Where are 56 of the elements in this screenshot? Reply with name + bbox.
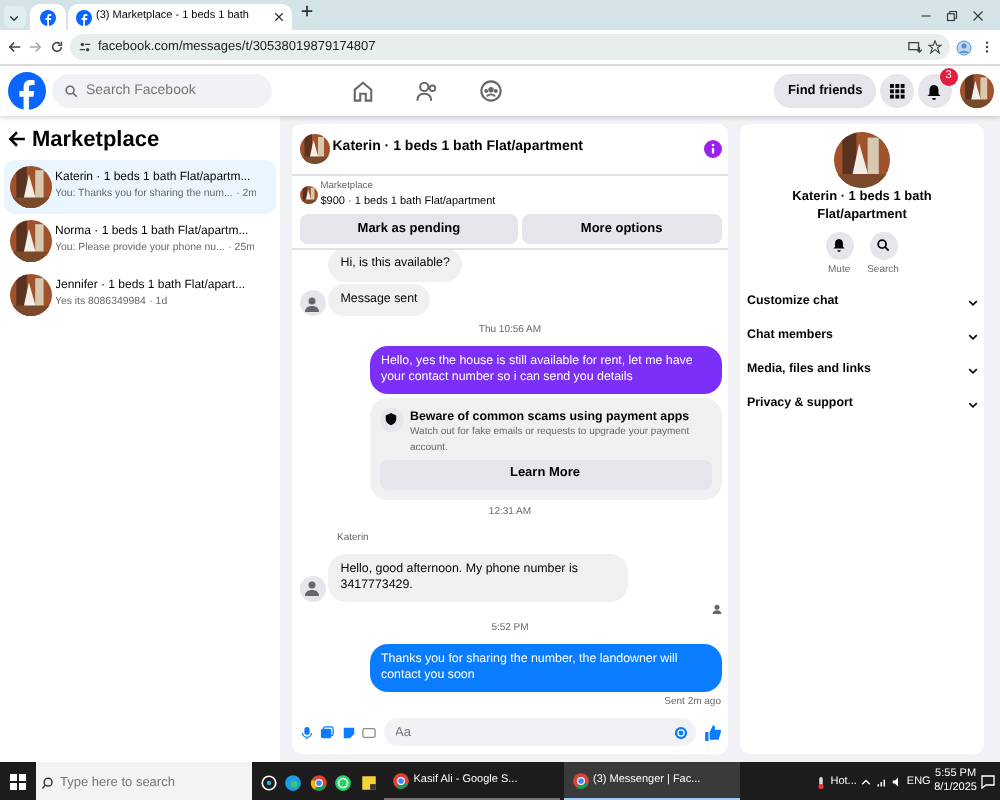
home-icon[interactable]	[351, 80, 373, 102]
reload-icon	[49, 40, 63, 54]
minimize-icon	[920, 9, 933, 21]
close-icon	[274, 12, 285, 22]
install-app-icon	[907, 40, 921, 54]
friends-icon[interactable]	[415, 80, 437, 102]
search-icon	[42, 775, 56, 789]
notifications-button[interactable]	[917, 74, 952, 108]
back-icon	[7, 40, 21, 54]
account-avatar[interactable]	[959, 74, 993, 108]
site-info-icon	[77, 40, 91, 54]
thumbs-up-icon	[703, 723, 721, 742]
close-icon	[972, 9, 985, 21]
chrome-icon	[309, 773, 327, 791]
mute-button[interactable]	[825, 231, 854, 260]
speaker-icon	[891, 776, 904, 788]
menu-button[interactable]	[880, 74, 914, 108]
back-arrow-icon[interactable]	[7, 130, 25, 149]
chevron-down-icon	[967, 399, 977, 410]
bell-icon	[926, 83, 943, 99]
chevron-down-icon	[8, 11, 21, 23]
profile-icon	[956, 39, 972, 55]
emoji-icon	[674, 725, 688, 740]
facebook-icon	[76, 9, 93, 25]
thermometer-icon	[813, 775, 827, 789]
bookmark-star-icon	[928, 40, 942, 54]
groups-icon[interactable]	[479, 80, 501, 102]
windows-start-icon	[10, 774, 26, 790]
grid-icon	[889, 83, 905, 99]
restore-icon	[946, 9, 959, 21]
search-button[interactable]	[869, 231, 897, 260]
search-icon	[64, 84, 78, 98]
info-icon	[703, 139, 721, 158]
chrome-icon	[571, 771, 590, 789]
bell-icon	[832, 238, 847, 253]
facebook-icon	[39, 9, 55, 25]
tab-list-button[interactable]	[3, 6, 26, 28]
wifi-icon	[875, 776, 888, 788]
chevron-down-icon	[967, 297, 977, 308]
sticker-icon	[341, 725, 355, 740]
gif-icon	[362, 725, 376, 740]
facebook-logo-icon[interactable]	[7, 72, 45, 110]
photo-icon	[320, 725, 334, 740]
seen-avatar-icon	[711, 604, 721, 615]
chrome-icon	[392, 771, 410, 789]
microphone-icon	[299, 725, 313, 740]
notifications-icon	[980, 774, 997, 790]
shield-icon	[379, 407, 403, 432]
forward-icon	[28, 40, 42, 54]
sticky-notes-icon	[359, 773, 377, 791]
chevron-down-icon	[967, 365, 977, 376]
chevron-up-icon	[860, 776, 873, 788]
panel-title: Marketplace	[32, 125, 160, 155]
new-tab-icon	[300, 4, 314, 19]
search-icon	[876, 238, 890, 253]
chevron-down-icon	[967, 331, 977, 342]
